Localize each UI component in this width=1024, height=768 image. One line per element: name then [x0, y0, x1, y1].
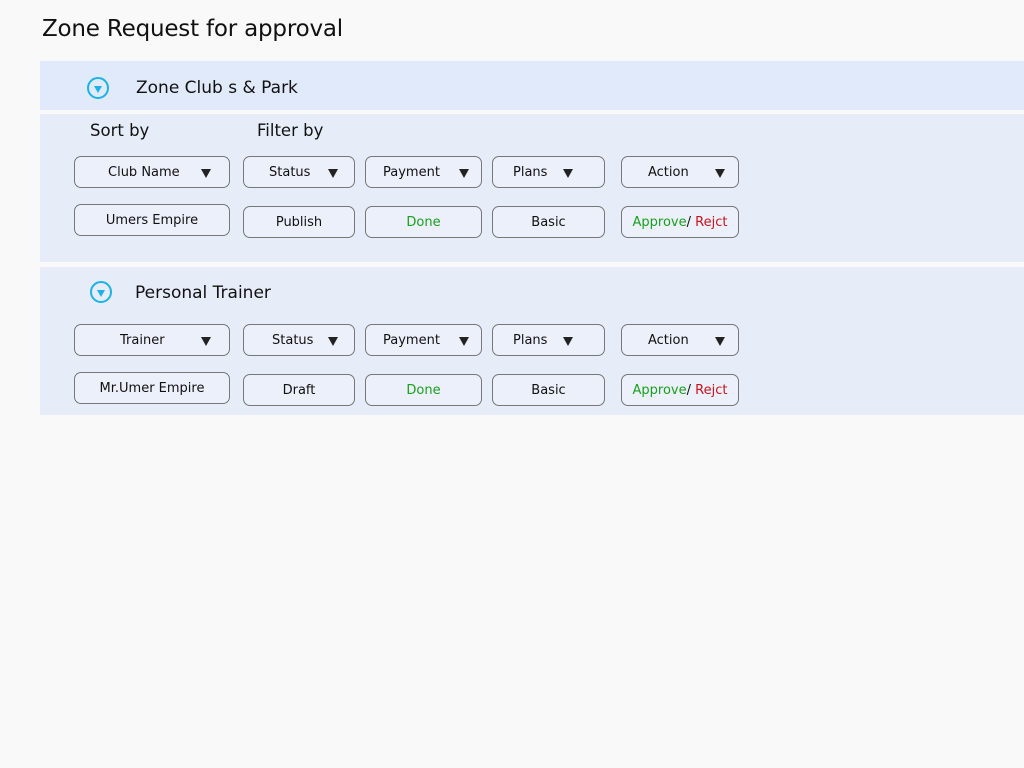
payment-dropdown[interactable]: Payment — [365, 324, 482, 356]
page-title: Zone Request for approval — [42, 16, 343, 42]
dropdown-label: Club Name — [108, 164, 180, 180]
approve-reject-cell: Approve / Rejct — [621, 206, 739, 238]
payment-cell[interactable]: Done — [365, 206, 482, 238]
section-title: Personal Trainer — [135, 283, 271, 303]
reject-link[interactable]: Rejct — [695, 383, 727, 398]
caret-down-icon — [328, 337, 338, 346]
plan-cell[interactable]: Basic — [492, 206, 605, 238]
status-cell[interactable]: Draft — [243, 374, 355, 406]
dropdown-label: Action — [648, 332, 689, 348]
trainer-name-cell[interactable]: Mr.Umer Empire — [74, 372, 230, 404]
caret-down-icon — [563, 169, 573, 178]
dropdown-label: Plans — [513, 164, 548, 180]
status-dropdown[interactable]: Status — [243, 324, 355, 356]
caret-down-icon — [201, 337, 211, 346]
status-dropdown[interactable]: Status — [243, 156, 355, 188]
sort-by-label: Sort by — [90, 121, 150, 140]
plan-cell[interactable]: Basic — [492, 374, 605, 406]
approve-link[interactable]: Approve — [633, 215, 687, 230]
separator: / — [686, 214, 692, 230]
caret-down-icon — [459, 169, 469, 178]
section-header-clubs-parks[interactable]: Zone Club s & Park — [40, 61, 1024, 110]
reject-link[interactable]: Rejct — [695, 215, 727, 230]
separator: / — [686, 382, 692, 398]
payment-dropdown[interactable]: Payment — [365, 156, 482, 188]
payment-cell[interactable]: Done — [365, 374, 482, 406]
caret-down-icon — [328, 169, 338, 178]
caret-down-icon — [201, 169, 211, 178]
club-name-dropdown[interactable]: Club Name — [74, 156, 230, 188]
approve-reject-cell: Approve / Rejct — [621, 374, 739, 406]
section-title: Zone Club s & Park — [136, 78, 298, 98]
section-personal-trainer: Personal Trainer Trainer Status Payment … — [40, 267, 1024, 415]
caret-down-icon — [563, 337, 573, 346]
collapse-toggle-icon[interactable] — [90, 281, 112, 303]
plans-dropdown[interactable]: Plans — [492, 156, 605, 188]
dropdown-label: Status — [269, 164, 311, 180]
dropdown-label: Action — [648, 164, 689, 180]
collapse-toggle-icon[interactable] — [87, 77, 109, 99]
dropdown-label: Payment — [383, 164, 440, 180]
dropdown-label: Plans — [513, 332, 548, 348]
filter-by-label: Filter by — [257, 121, 324, 140]
club-name-cell[interactable]: Umers Empire — [74, 204, 230, 236]
dropdown-label: Payment — [383, 332, 440, 348]
action-dropdown[interactable]: Action — [621, 324, 739, 356]
action-dropdown[interactable]: Action — [621, 156, 739, 188]
caret-down-icon — [459, 337, 469, 346]
caret-down-icon — [715, 337, 725, 346]
dropdown-label: Status — [272, 332, 314, 348]
trainer-dropdown[interactable]: Trainer — [74, 324, 230, 356]
plans-dropdown[interactable]: Plans — [492, 324, 605, 356]
status-cell[interactable]: Publish — [243, 206, 355, 238]
dropdown-label: Trainer — [120, 332, 165, 348]
caret-down-icon — [715, 169, 725, 178]
approve-link[interactable]: Approve — [633, 383, 687, 398]
section-body-clubs-parks: Sort by Filter by Club Name Status Payme… — [40, 114, 1024, 262]
